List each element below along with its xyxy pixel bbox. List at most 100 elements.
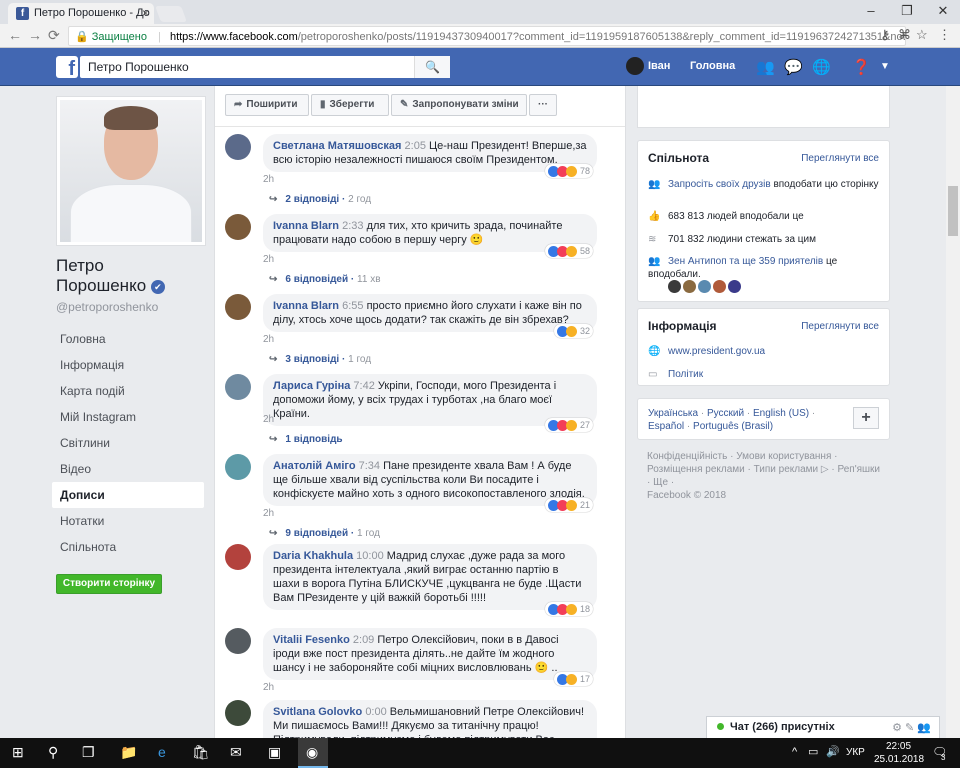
info-see-all-link[interactable]: Переглянути все (801, 321, 879, 332)
view-replies-link[interactable]: ↪ 3 відповіді · 1 год (269, 354, 371, 365)
comment-age[interactable]: 2h (263, 254, 274, 265)
avatar[interactable] (225, 374, 251, 400)
scrollbar-thumb[interactable] (948, 186, 958, 236)
reactions-badge[interactable]: 17 (553, 672, 593, 686)
view-replies-link[interactable]: ↪ 2 відповіді · 2 год (269, 194, 371, 205)
windows-start-icon[interactable]: ⊞ (12, 744, 24, 761)
nav-item-notes[interactable]: Нотатки (52, 508, 204, 534)
community-see-all-link[interactable]: Переглянути все (801, 153, 879, 164)
avatar[interactable] (225, 628, 251, 654)
reactions-badge[interactable]: 21 (544, 498, 593, 512)
avatar[interactable] (668, 280, 681, 293)
reactions-badge[interactable]: 58 (544, 244, 593, 258)
comment-age[interactable]: 2h (263, 334, 274, 345)
language-spanish[interactable]: Español (648, 421, 684, 432)
key-icon[interactable]: ⚷ (880, 27, 890, 43)
mail-icon[interactable]: ✉ (230, 744, 242, 761)
search-input[interactable]: Петро Порошенко 🔍 (80, 56, 450, 78)
avatar[interactable] (225, 134, 251, 160)
search-icon[interactable]: ⚲ (48, 744, 58, 761)
category-link[interactable]: Політик (668, 369, 703, 380)
comment-age[interactable]: 2h (263, 414, 274, 425)
footer-line-2[interactable]: Розміщення реклами · Типи реклами ▷ · Ре… (647, 463, 890, 476)
bookmark-star-icon[interactable]: ☆ (916, 27, 928, 43)
comment-author[interactable]: Ivanna Blarn (273, 220, 339, 232)
avatar[interactable] (713, 280, 726, 293)
reactions-badge[interactable]: 32 (553, 324, 593, 338)
nav-item-videos[interactable]: Відео (52, 456, 204, 482)
add-language-button[interactable]: + (853, 407, 879, 429)
chrome-taskbar-button[interactable]: ◉ (298, 738, 328, 768)
language-ukrainian[interactable]: Українська (648, 408, 698, 419)
more-options-button[interactable]: ··· (529, 94, 557, 116)
minimize-icon[interactable]: – (856, 3, 886, 18)
clock-time[interactable]: 22:05 (886, 741, 911, 752)
close-window-icon[interactable]: ✕ (928, 3, 958, 19)
avatar[interactable] (728, 280, 741, 293)
comment-author[interactable]: Ivanna Blarn (273, 300, 339, 312)
comment-author[interactable]: Daria Khakhula (273, 550, 353, 562)
network-icon[interactable]: ▭ (808, 745, 818, 758)
store-icon[interactable]: 🛍 (192, 744, 210, 761)
clock-date[interactable]: 25.01.2018 (874, 754, 924, 765)
back-icon[interactable]: ← (8, 27, 22, 43)
avatar[interactable] (225, 294, 251, 320)
browser-tab[interactable]: f Петро Порошенко - До × (8, 3, 154, 24)
create-page-button[interactable]: Створити сторінку (56, 574, 162, 594)
nav-item-photos[interactable]: Світлини (52, 430, 204, 456)
save-button[interactable]: ▮ Зберегти (311, 94, 389, 116)
search-icon[interactable]: 🔍 (414, 56, 450, 78)
comment-author[interactable]: Лариса Гуріна (273, 380, 350, 392)
volume-icon[interactable]: 🔊 (826, 745, 840, 758)
reactions-badge[interactable]: 27 (544, 418, 593, 432)
invite-friends-link[interactable]: Запросіть своїх друзів (668, 179, 771, 190)
friends-like-link[interactable]: Зен Антипоп та ще 359 приятелів (668, 256, 823, 267)
chat-bar[interactable]: Чат (266) присутніх ⚙ ✎ 👥 (706, 716, 940, 738)
reactions-badge[interactable]: 78 (544, 164, 593, 178)
friend-requests-icon[interactable]: 👥 (756, 58, 775, 76)
comment-author[interactable]: Svitlana Golovko (273, 706, 362, 718)
forward-icon[interactable]: → (28, 27, 42, 43)
language-english[interactable]: English (US) (753, 408, 809, 419)
language-russian[interactable]: Русский (707, 408, 744, 419)
comment-age[interactable]: 2h (263, 174, 274, 185)
chat-group-icon[interactable]: 👥 (917, 722, 931, 734)
page-scrollbar[interactable] (946, 86, 960, 738)
avatar[interactable] (225, 700, 251, 726)
comment-age[interactable]: 2h (263, 508, 274, 519)
language-portuguese[interactable]: Português (Brasil) (693, 421, 773, 432)
comment-author[interactable]: Светлана Матяшовская (273, 140, 401, 152)
nav-item-community[interactable]: Спільнота (52, 534, 204, 560)
task-view-icon[interactable]: ❐ (82, 744, 95, 761)
avatar[interactable] (225, 214, 251, 240)
page-handle[interactable]: @petroporoshenko (56, 300, 158, 314)
website-link[interactable]: www.president.gov.ua (668, 346, 765, 357)
view-replies-link[interactable]: ↪ 1 відповідь (269, 434, 343, 445)
nav-item-events-map[interactable]: Карта подій (52, 378, 204, 404)
new-tab-button[interactable] (155, 6, 187, 22)
comment-author[interactable]: Vitalii Fesenko (273, 634, 350, 646)
notifications-globe-icon[interactable]: 🌐 (812, 58, 831, 76)
chat-settings-icon[interactable]: ⚙ (892, 722, 902, 734)
translate-icon[interactable]: ⌘ (898, 27, 911, 43)
view-replies-link[interactable]: ↪ 6 відповідей · 11 хв (269, 274, 381, 285)
edge-browser-icon[interactable]: e (158, 744, 166, 760)
input-language[interactable]: УКР (846, 747, 865, 758)
user-profile-link[interactable]: Іван (626, 57, 670, 75)
url-field[interactable]: 🔒 Защищено | https://www.facebook.com/pe… (68, 26, 906, 46)
home-link[interactable]: Головна (690, 60, 735, 72)
menu-kebab-icon[interactable]: ⋮ (938, 27, 951, 43)
nav-item-home[interactable]: Головна (52, 326, 204, 352)
reactions-badge[interactable]: 18 (544, 602, 593, 616)
tab-close-icon[interactable]: × (142, 6, 149, 20)
nav-item-info[interactable]: Інформація (52, 352, 204, 378)
facebook-logo-icon[interactable]: f (56, 56, 78, 78)
profile-picture[interactable] (56, 96, 206, 246)
reload-icon[interactable]: ⟳ (48, 27, 60, 44)
comment-author[interactable]: Анатолій Аміго (273, 460, 356, 472)
footer-line-3[interactable]: · Ще · (647, 476, 890, 489)
avatar[interactable] (698, 280, 711, 293)
file-explorer-icon[interactable]: 📁 (120, 744, 137, 761)
share-button[interactable]: ➦ Поширити (225, 94, 309, 116)
nav-item-instagram[interactable]: Мій Instagram (52, 404, 204, 430)
